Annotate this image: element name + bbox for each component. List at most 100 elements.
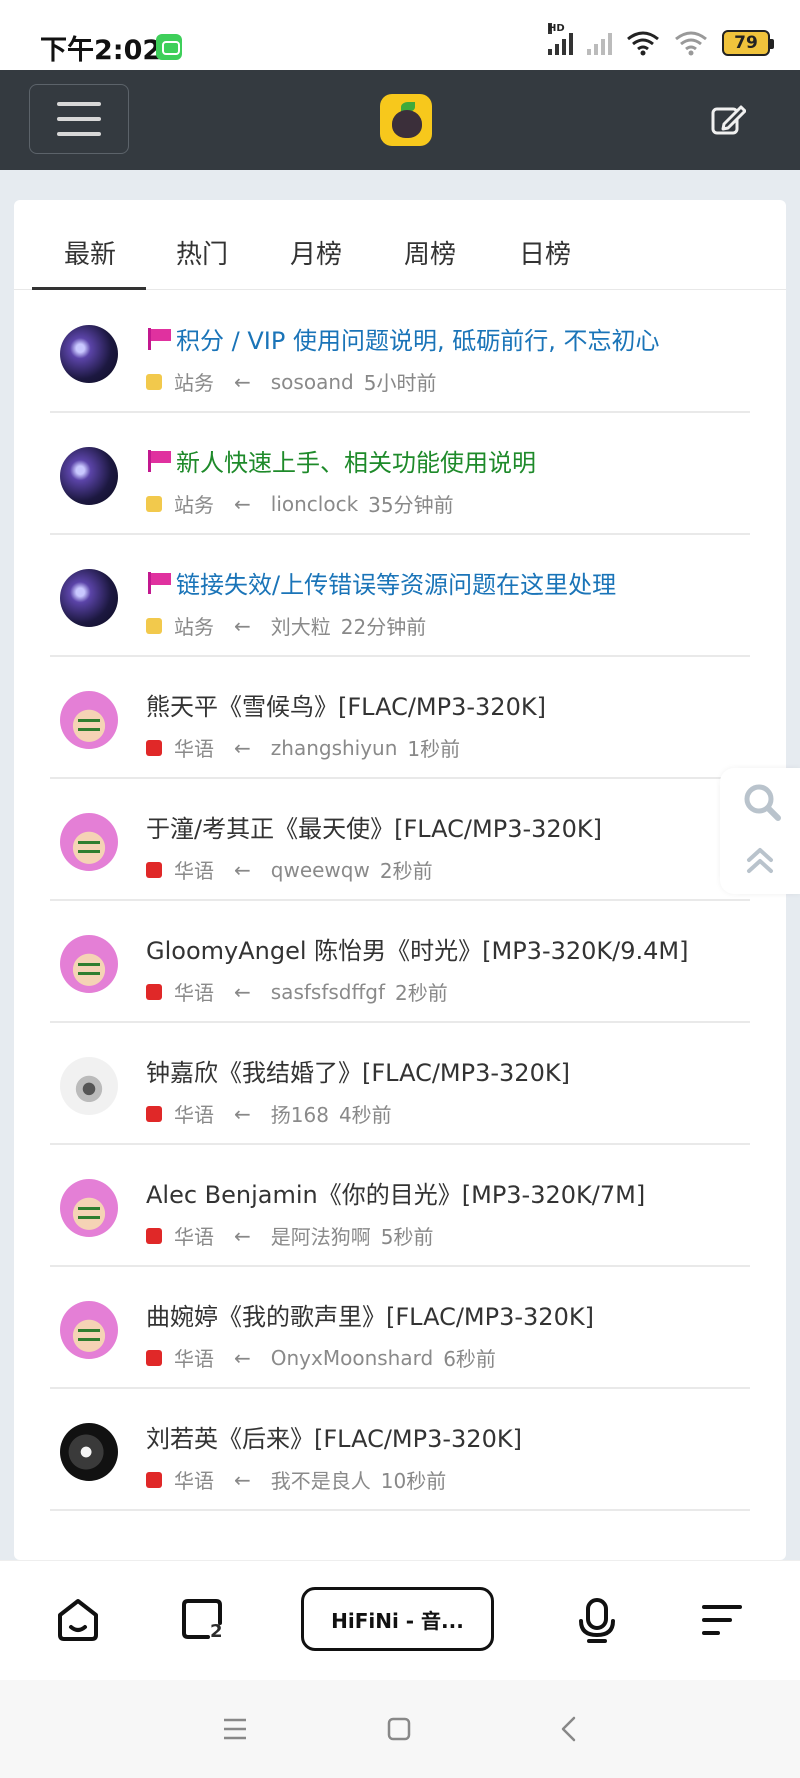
menu-icon[interactable] xyxy=(700,1597,744,1643)
forum-name[interactable]: 华语 xyxy=(174,1465,214,1494)
username[interactable]: OnyxMoonshard xyxy=(271,1346,433,1370)
username[interactable]: lionclock xyxy=(271,492,358,516)
avatar[interactable] xyxy=(60,325,118,383)
thread-title-text: 熊天平《雪候鸟》[FLAC/MP3-320K] xyxy=(146,693,546,721)
post-time: 4秒前 xyxy=(338,1103,392,1127)
thread-row[interactable]: 链接失效/上传错误等资源问题在这里处理 站务 ← 刘大粒 22分钟前 xyxy=(50,535,750,657)
thread-title[interactable]: 链接失效/上传错误等资源问题在这里处理 xyxy=(146,565,616,600)
forum-name[interactable]: 站务 xyxy=(174,489,214,518)
thread-title[interactable]: 熊天平《雪候鸟》[FLAC/MP3-320K] xyxy=(146,687,546,722)
tab-weekly[interactable]: 周榜 xyxy=(404,234,456,271)
address-bar[interactable]: HiFiNi - 音... xyxy=(301,1587,494,1651)
thread-title-text: 曲婉婷《我的歌声里》[FLAC/MP3-320K] xyxy=(146,1303,594,1331)
thread-row[interactable]: 于潼/考其正《最天使》[FLAC/MP3-320K] 华语 ← qweewqw 2秒前 xyxy=(50,779,750,901)
avatar[interactable] xyxy=(60,691,118,749)
thread-meta: 华语 ← 是阿法狗啊 5秒前 xyxy=(146,1221,434,1250)
hd-label: HD xyxy=(548,23,565,34)
arrow-icon: ← xyxy=(234,735,251,760)
thread-title[interactable]: 曲婉婷《我的歌声里》[FLAC/MP3-320K] xyxy=(146,1297,594,1332)
thread-title[interactable]: 钟嘉欣《我结婚了》[FLAC/MP3-320K] xyxy=(146,1053,570,1088)
recents-icon[interactable] xyxy=(222,1716,248,1742)
thread-title[interactable]: 积分 / VIP 使用问题说明, 砥砺前行, 不忘初心 xyxy=(146,321,659,356)
thread-row[interactable]: 曲婉婷《我的歌声里》[FLAC/MP3-320K] 华语 ← OnyxMoonshar… xyxy=(50,1267,750,1389)
thread-title-text: 钟嘉欣《我结婚了》[FLAC/MP3-320K] xyxy=(146,1059,570,1087)
system-navigation-bar xyxy=(0,1680,800,1778)
thread-title-text: 于潼/考其正《最天使》[FLAC/MP3-320K] xyxy=(146,815,603,843)
tab-daily[interactable]: 日榜 xyxy=(519,234,571,271)
thread-title[interactable]: 刘若英《后来》[FLAC/MP3-320K] xyxy=(146,1419,522,1454)
thread-row[interactable]: GloomyAngel 陈怡男《时光》[MP3-320K/9.4M] 华语 ← sas… xyxy=(50,901,750,1023)
forum-name[interactable]: 华语 xyxy=(174,733,214,762)
post-time: 6秒前 xyxy=(443,1347,496,1371)
back-icon[interactable] xyxy=(556,1716,582,1742)
tabs-button[interactable]: 2 xyxy=(180,1597,226,1643)
tab-hot[interactable]: 热门 xyxy=(176,234,228,271)
username[interactable]: sasfsfsdffgf xyxy=(271,980,385,1004)
username[interactable]: 刘大粒 xyxy=(271,611,331,640)
forum-name[interactable]: 华语 xyxy=(174,855,214,884)
pinned-flag-icon xyxy=(146,327,174,350)
forum-name[interactable]: 华语 xyxy=(174,977,214,1006)
forum-color-dot xyxy=(146,1471,162,1488)
avatar[interactable] xyxy=(60,569,118,627)
thread-meta: 站务 ← lionclock 35分钟前 xyxy=(146,489,454,518)
browser-toolbar: 2 HiFiNi - 音... xyxy=(0,1560,800,1680)
avatar[interactable] xyxy=(60,1179,118,1237)
home-square-icon[interactable] xyxy=(386,1716,412,1742)
avatar[interactable] xyxy=(60,1423,118,1481)
avatar[interactable] xyxy=(60,1301,118,1359)
thread-title-text: GloomyAngel 陈怡男《时光》[MP3-320K/9.4M] xyxy=(146,937,689,965)
thread-row[interactable]: 积分 / VIP 使用问题说明, 砥砺前行, 不忘初心站务 ← sosoand 5小时… xyxy=(50,291,750,413)
app-notification-icon xyxy=(156,34,182,60)
post-time: 5小时前 xyxy=(363,371,437,395)
thread-title[interactable]: 于潼/考其正《最天使》[FLAC/MP3-320K] xyxy=(146,809,602,844)
forum-name[interactable]: 华语 xyxy=(174,1099,214,1128)
avatar[interactable] xyxy=(60,447,118,505)
thread-row[interactable]: 新人快速上手、相关功能使用说明站务 ← lionclock 35分钟前 xyxy=(50,413,750,535)
thread-row[interactable]: Alec Benjamin《你的目光》[MP3-320K/7M] 华语 ← 是阿法狗啊… xyxy=(50,1145,750,1267)
username[interactable]: 扬168 xyxy=(271,1099,329,1128)
home-icon[interactable] xyxy=(56,1597,100,1643)
username[interactable]: zhangshiyun xyxy=(271,736,398,760)
hamburger-menu-button[interactable] xyxy=(29,84,129,154)
hifini-logo[interactable] xyxy=(380,94,432,146)
thread-title[interactable]: 新人快速上手、相关功能使用说明 xyxy=(146,443,536,478)
forum-color-dot xyxy=(146,983,162,1000)
thread-row[interactable]: 钟嘉欣《我结婚了》[FLAC/MP3-320K] 华语 ← 扬168 4秒前 xyxy=(50,1023,750,1145)
tab-latest[interactable]: 最新 xyxy=(64,234,116,271)
forum-name[interactable]: 站务 xyxy=(174,611,214,640)
avatar[interactable] xyxy=(60,935,118,993)
thread-title[interactable]: GloomyAngel 陈怡男《时光》[MP3-320K/9.4M] xyxy=(146,931,688,966)
scroll-top-icon[interactable] xyxy=(744,844,776,876)
username[interactable]: 我不是良人 xyxy=(271,1465,371,1494)
status-icons: HD 79 xyxy=(548,23,774,56)
forum-color-dot xyxy=(146,1227,162,1244)
username[interactable]: sosoand xyxy=(271,370,354,394)
forum-name[interactable]: 华语 xyxy=(174,1221,214,1250)
arrow-icon: ← xyxy=(234,613,251,638)
microphone-icon[interactable] xyxy=(575,1597,619,1643)
thread-title-text: 新人快速上手、相关功能使用说明 xyxy=(176,449,536,477)
pinned-flag-icon xyxy=(146,571,174,594)
username[interactable]: 是阿法狗啊 xyxy=(271,1221,371,1250)
post-time: 10秒前 xyxy=(380,1469,447,1493)
forum-name[interactable]: 站务 xyxy=(174,367,214,396)
post-time: 1秒前 xyxy=(407,737,461,761)
forum-color-dot xyxy=(146,617,162,634)
search-icon[interactable] xyxy=(742,782,782,822)
avatar[interactable] xyxy=(60,1057,118,1115)
username[interactable]: qweewqw xyxy=(271,858,370,882)
avatar[interactable] xyxy=(60,813,118,871)
tab-monthly[interactable]: 月榜 xyxy=(290,234,342,271)
signal-2-icon xyxy=(587,31,612,55)
thread-row[interactable]: 熊天平《雪候鸟》[FLAC/MP3-320K] 华语 ← zhangshiyun 1秒前 xyxy=(50,657,750,779)
thread-row[interactable]: 刘若英《后来》[FLAC/MP3-320K] 华语 ← 我不是良人 10秒前 xyxy=(50,1389,750,1511)
battery-icon: 79 xyxy=(722,30,774,56)
forum-name[interactable]: 华语 xyxy=(174,1343,214,1372)
thread-title-text: Alec Benjamin《你的目光》[MP3-320K/7M] xyxy=(146,1181,646,1209)
tabs-count: 2 xyxy=(210,1621,223,1642)
edit-icon[interactable] xyxy=(710,102,746,138)
active-tab-indicator xyxy=(32,287,146,290)
thread-title[interactable]: Alec Benjamin《你的目光》[MP3-320K/7M] xyxy=(146,1175,645,1210)
arrow-icon: ← xyxy=(234,369,251,394)
